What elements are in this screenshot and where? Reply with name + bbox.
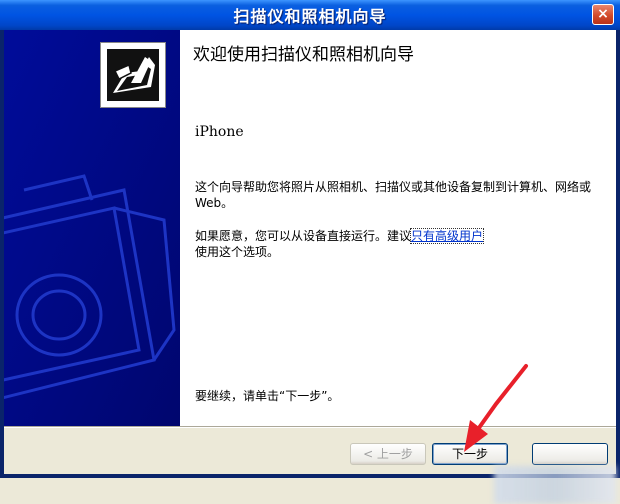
title-bar[interactable]: 扫描仪和照相机向导 × [0, 0, 620, 30]
window-body: 欢迎使用扫描仪和照相机向导 iPhone 这个向导帮助您将照片从照相机、扫描仪或… [4, 30, 616, 504]
close-icon: × [597, 6, 609, 22]
footer-divider [4, 426, 616, 428]
advanced-users-link[interactable]: 只有高级用户 [410, 228, 485, 244]
wizard-content: 欢迎使用扫描仪和照相机向导 iPhone 这个向导帮助您将照片从照相机、扫描仪或… [180, 30, 616, 426]
device-name: iPhone [195, 124, 244, 140]
blurred-region [494, 466, 616, 504]
window-title: 扫描仪和照相机向导 [233, 7, 387, 26]
cancel-button[interactable] [532, 443, 608, 465]
back-button[interactable]: < 上一步 [350, 443, 426, 465]
next-button[interactable]: 下一步 [432, 443, 508, 465]
continue-instruction: 要继续，请单击“下一步”。 [195, 389, 340, 403]
advanced-note-suffix: 使用这个选项。 [195, 245, 280, 259]
wizard-description: 这个向导帮助您将照片从照相机、扫描仪或其他设备复制到计算机、网络或 Web。 [195, 180, 592, 210]
advanced-note-prefix: 如果愿意，您可以从设备直接运行。建议 [195, 229, 412, 243]
camera-wizard-icon [100, 42, 166, 108]
close-button[interactable]: × [592, 4, 614, 25]
wizard-window: 扫描仪和照相机向导 × 欢迎使用扫描仪和照相机向导 iPhone 这个向导帮助您… [0, 0, 620, 504]
page-title: 欢迎使用扫描仪和照相机向导 [193, 45, 414, 65]
advanced-note: 如果愿意，您可以从设备直接运行。建议只有高级用户 使用这个选项。 [195, 228, 595, 260]
wizard-side-banner [4, 30, 180, 426]
